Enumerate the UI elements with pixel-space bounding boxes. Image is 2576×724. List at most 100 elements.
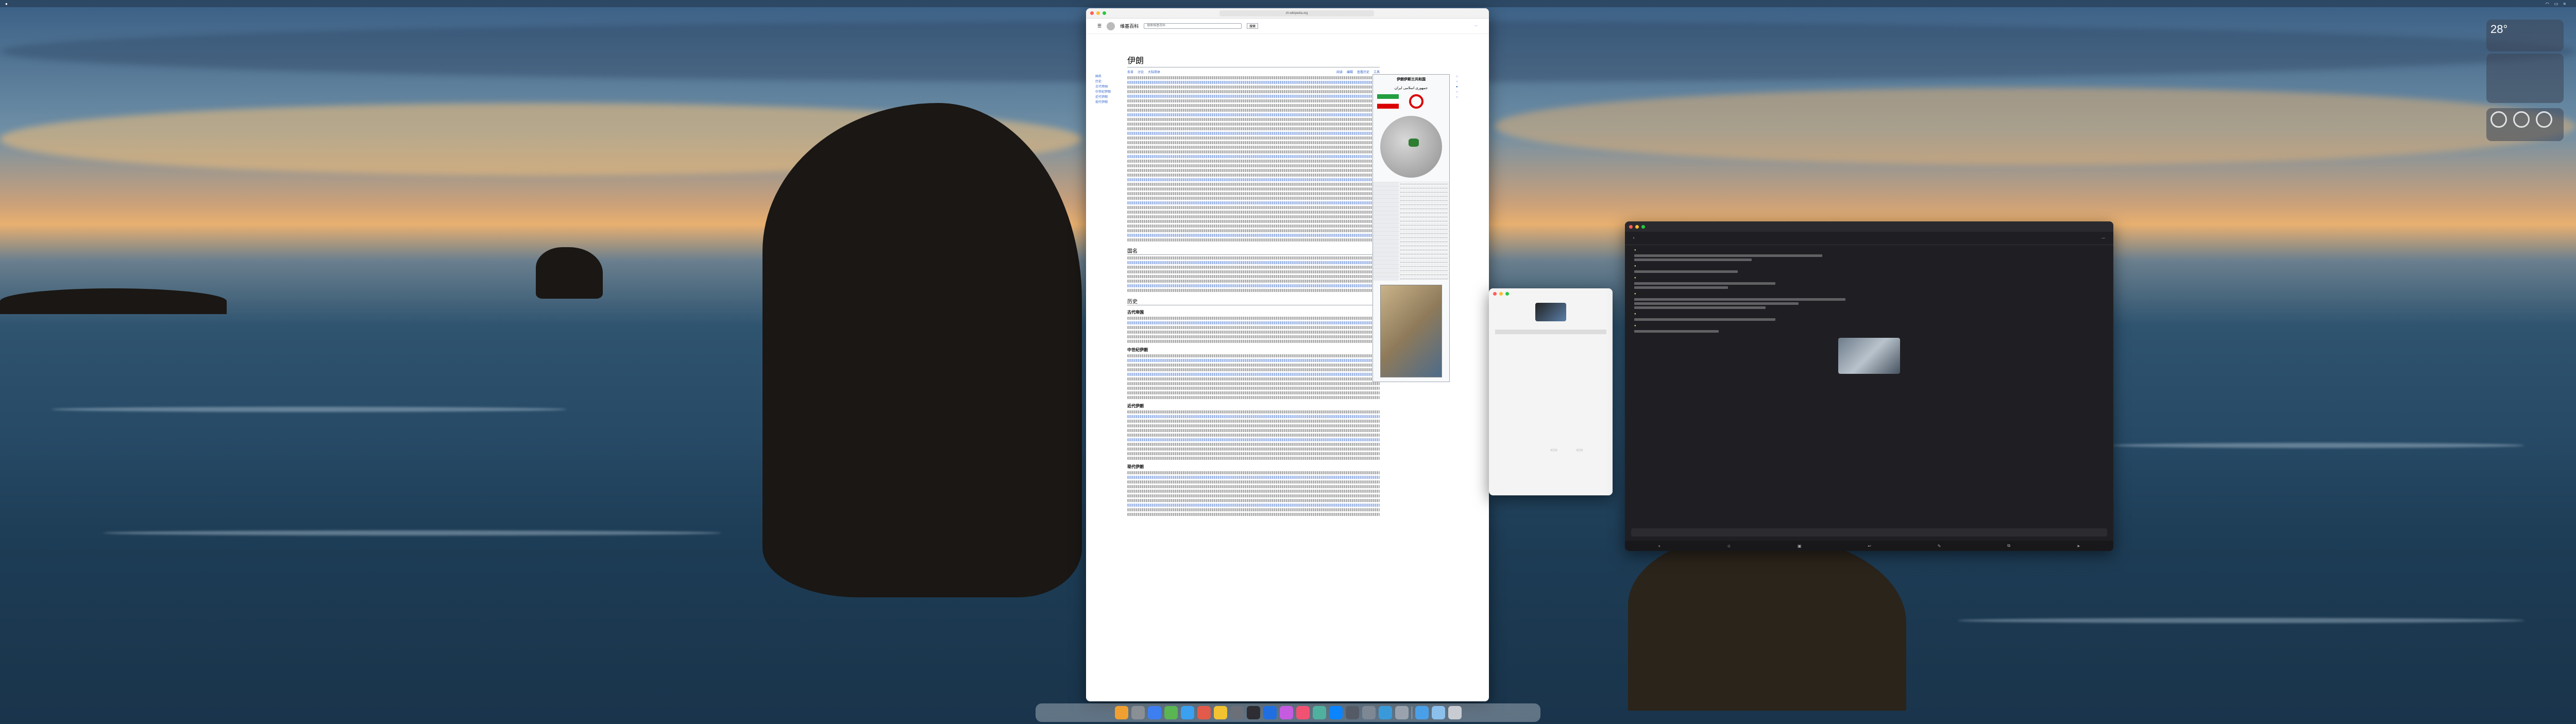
minimize-button[interactable]	[1096, 11, 1100, 15]
toc-item[interactable]: 中世纪伊朗	[1095, 90, 1120, 95]
mail-icon[interactable]	[1180, 706, 1194, 719]
list-item[interactable]	[1495, 381, 1606, 386]
trash-icon[interactable]	[1448, 706, 1462, 719]
close-button[interactable]	[1090, 11, 1094, 15]
list-item[interactable]	[1495, 350, 1606, 355]
list-item[interactable]	[1495, 335, 1606, 339]
close-button[interactable]	[1493, 291, 1497, 296]
reply-icon[interactable]: ↩	[1868, 544, 1871, 548]
copy-icon[interactable]: ⧉	[2007, 543, 2010, 548]
toc-item[interactable]: 现代伊朗	[1095, 100, 1120, 105]
toc-item[interactable]: 古代帝国	[1095, 84, 1120, 90]
send-icon[interactable]: ➤	[2077, 544, 2080, 548]
chrome-icon[interactable]	[1329, 706, 1343, 719]
toc-item[interactable]: 国名	[1095, 74, 1120, 79]
downloads-folder-icon[interactable]	[1415, 706, 1429, 719]
battery-icon[interactable]: ▭	[2554, 2, 2558, 6]
app-store-icon[interactable]	[1263, 706, 1277, 719]
emblem-image[interactable]	[1409, 94, 1423, 109]
tab-variant[interactable]: 大陆简体	[1148, 70, 1160, 74]
address-bar[interactable]: zh.wikipedia.org	[1219, 10, 1374, 16]
terminal-icon[interactable]	[1246, 706, 1260, 719]
subsection-heading: 古代帝国	[1127, 310, 1144, 315]
list-item[interactable]	[1495, 345, 1606, 350]
flag-image[interactable]	[1377, 94, 1399, 109]
finder-icon[interactable]	[1114, 706, 1128, 719]
wikipedia-logo-icon[interactable]	[1107, 22, 1115, 30]
ok-button[interactable]	[1577, 449, 1583, 451]
folder-icon[interactable]	[1431, 706, 1445, 719]
wave	[2112, 443, 2524, 448]
cancel-button[interactable]	[1551, 449, 1557, 451]
infobox-title: 伊朗伊斯兰共和国	[1397, 78, 1426, 81]
calendar-icon[interactable]	[1197, 706, 1211, 719]
battery-widget[interactable]	[2486, 108, 2564, 141]
panel-option[interactable]: ○	[1456, 79, 1479, 84]
search-button[interactable]: 搜索	[1247, 23, 1259, 29]
weather-temp: 28°	[2490, 23, 2508, 36]
section-heading: 历史	[1127, 297, 1380, 305]
zoom-button[interactable]	[1103, 11, 1106, 15]
app-icon[interactable]	[1362, 706, 1376, 719]
site-name[interactable]: 维基百科	[1120, 23, 1139, 29]
app-icon[interactable]	[1345, 706, 1359, 719]
calendar-widget[interactable]	[2486, 54, 2564, 103]
historical-map-image[interactable]	[1380, 285, 1442, 377]
list-item[interactable]	[1495, 355, 1606, 360]
hamburger-icon[interactable]: ☰	[1097, 23, 1101, 29]
list-item[interactable]	[1495, 330, 1606, 334]
sender: ●	[1634, 313, 1636, 316]
settings-icon[interactable]	[1230, 706, 1244, 719]
apple-menu-icon[interactable]: ●	[5, 2, 8, 6]
zoom-button[interactable]	[1505, 291, 1509, 296]
toc-item[interactable]: 历史	[1095, 79, 1120, 84]
attach-icon[interactable]: +	[1658, 544, 1660, 548]
list-item[interactable]	[1495, 366, 1606, 370]
list-item[interactable]	[1495, 360, 1606, 365]
maps-icon[interactable]	[1312, 706, 1326, 719]
location-map-globe[interactable]	[1380, 116, 1442, 178]
back-icon[interactable]: ‹	[1633, 236, 1634, 240]
minimize-button[interactable]	[1635, 225, 1639, 229]
tab-edit[interactable]: 编辑	[1347, 70, 1353, 74]
panel-option[interactable]: ●	[1456, 84, 1479, 90]
wifi-icon[interactable]: ◠	[2546, 2, 2549, 6]
launchpad-icon[interactable]	[1131, 706, 1145, 719]
emoji-icon[interactable]: ☺	[1727, 544, 1731, 548]
notes-icon[interactable]	[1213, 706, 1227, 719]
shared-photo[interactable]	[1838, 338, 1900, 374]
music-icon[interactable]	[1296, 706, 1310, 719]
edit-icon[interactable]: ✎	[1938, 544, 1941, 548]
panel-option[interactable]: ○	[1456, 74, 1479, 79]
podcasts-icon[interactable]	[1279, 706, 1293, 719]
weather-widget[interactable]: 28°	[2486, 20, 2564, 51]
list-item[interactable]	[1495, 376, 1606, 381]
image-icon[interactable]: ▣	[1798, 544, 1802, 548]
options-list	[1489, 330, 1613, 386]
app-icon[interactable]	[1378, 706, 1392, 719]
zoom-button[interactable]	[1641, 225, 1645, 229]
small-sea-stack	[536, 247, 603, 299]
messages-icon[interactable]	[1164, 706, 1178, 719]
user-tools[interactable]: ⋯	[1475, 24, 1478, 28]
sender: ●	[1634, 324, 1636, 327]
tab-article[interactable]: 条目	[1127, 70, 1133, 74]
list-item[interactable]	[1495, 371, 1606, 375]
toc-item[interactable]: 近代伊朗	[1095, 95, 1120, 100]
safari-icon[interactable]	[1147, 706, 1161, 719]
dock	[1036, 703, 1540, 722]
message-input[interactable]	[1631, 528, 2107, 537]
panel-option[interactable]: ○	[1456, 95, 1479, 100]
close-button[interactable]	[1629, 225, 1633, 229]
search-input[interactable]: 搜索维基百科	[1144, 23, 1242, 29]
more-icon[interactable]: ⋯	[2102, 236, 2105, 240]
control-center-icon[interactable]: ≡	[2563, 2, 2566, 6]
minimize-button[interactable]	[1499, 291, 1503, 296]
list-item[interactable]	[1495, 340, 1606, 344]
panel-option[interactable]: ○	[1456, 90, 1479, 95]
tab-read[interactable]: 阅读	[1336, 70, 1343, 74]
tab-history[interactable]: 查看历史	[1357, 70, 1369, 74]
tab-tools[interactable]: 工具	[1374, 70, 1380, 74]
tab-talk[interactable]: 讨论	[1138, 70, 1144, 74]
app-icon[interactable]	[1395, 706, 1409, 719]
